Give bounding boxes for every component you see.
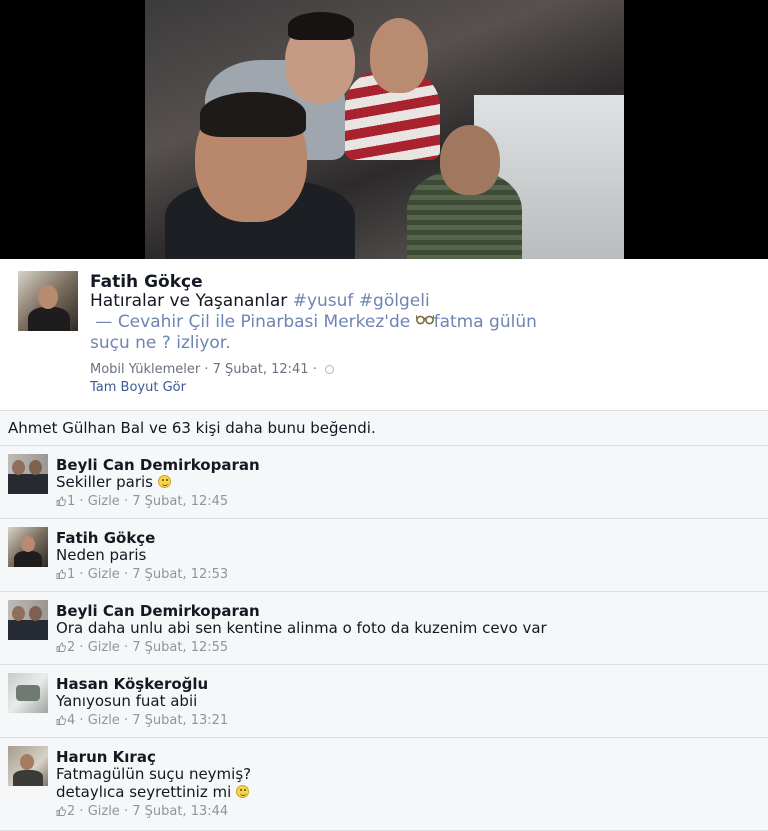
comment-time[interactable]: 7 Şubat, 12:53	[132, 567, 228, 582]
separator: ·	[200, 362, 213, 377]
comment-text: Ora daha unlu abi sen kentine alinma o f…	[56, 619, 547, 637]
comment-text: Fatmagülün suçu neymiş? detaylıca seyrett…	[56, 765, 251, 801]
post-photo[interactable]	[145, 0, 624, 259]
comment-time[interactable]: 7 Şubat, 13:21	[132, 713, 228, 728]
comment-meta: 2 · Gizle · 7 Şubat, 13:44	[56, 804, 228, 819]
comment-meta: 1 · Gizle · 7 Şubat, 12:53	[56, 567, 228, 582]
like-thumb-icon[interactable]	[56, 642, 66, 652]
album-link[interactable]: Mobil Yüklemeler	[90, 362, 200, 377]
likes-summary[interactable]: Ahmet Gülhan Bal ve 63 kişi daha bunu be…	[0, 410, 768, 446]
comment-body: Sekiller paris	[56, 473, 158, 491]
comment-time[interactable]: 7 Şubat, 12:45	[132, 494, 228, 509]
commenter-name[interactable]: Beyli Can Demirkoparan	[56, 602, 260, 620]
like-count: 4	[67, 713, 76, 728]
like-thumb-icon[interactable]	[56, 806, 66, 816]
public-globe-icon	[325, 365, 334, 374]
hide-link[interactable]: Gizle	[88, 713, 120, 728]
comment-meta: 4 · Gizle · 7 Şubat, 13:21	[56, 713, 228, 728]
commenter-avatar[interactable]	[8, 454, 48, 494]
post-meta: Mobil Yüklemeler · 7 Şubat, 12:41 ·	[90, 362, 334, 377]
post-timestamp[interactable]: 7 Şubat, 12:41	[213, 362, 309, 377]
tagged-person-link[interactable]: Cevahir Çil	[118, 312, 210, 332]
comment-item: Fatih Gökçe Neden paris 1 · Gizle · 7 Şu…	[0, 519, 768, 592]
comment-item: Beyli Can Demirkoparan Sekiller paris 1 …	[0, 446, 768, 519]
post-header: Fatih Gökçe Hatıralar ve Yaşananlar #yus…	[0, 259, 768, 410]
like-thumb-icon[interactable]	[56, 569, 66, 579]
author-avatar[interactable]	[18, 271, 78, 331]
comment-text: Yanıyosun fuat abii	[56, 692, 198, 710]
photo-person	[440, 125, 500, 195]
photo-band	[0, 0, 768, 259]
location-link[interactable]: Pinarbasi Merkez	[241, 312, 385, 332]
commenter-avatar[interactable]	[8, 746, 48, 786]
dash: —	[95, 312, 118, 332]
commenter-name[interactable]: Fatih Gökçe	[56, 529, 155, 547]
hashtag-link[interactable]: #gölgeli	[359, 291, 430, 311]
comment-meta: 1 · Gizle · 7 Şubat, 12:45	[56, 494, 228, 509]
separator: ·	[308, 362, 321, 377]
activity-verb: izliyor.	[170, 333, 231, 353]
with-word: ile	[209, 312, 241, 332]
commenter-avatar[interactable]	[8, 600, 48, 640]
comment-meta: 2 · Gizle · 7 Şubat, 12:55	[56, 640, 228, 655]
photo-person	[370, 18, 428, 93]
comment-time[interactable]: 7 Şubat, 12:55	[132, 640, 228, 655]
hide-link[interactable]: Gizle	[88, 494, 120, 509]
glasses-icon	[415, 314, 435, 325]
like-thumb-icon[interactable]	[56, 496, 66, 506]
caption-text: Hatıralar ve Yaşananlar	[90, 291, 293, 311]
like-thumb-icon[interactable]	[56, 715, 66, 725]
smiley-icon	[236, 785, 250, 798]
comment-text: Neden paris	[56, 546, 147, 564]
commenter-avatar[interactable]	[8, 527, 48, 567]
hashtag-link[interactable]: #yusuf	[293, 291, 354, 311]
comment-text: Sekiller paris	[56, 473, 171, 491]
comment-time[interactable]: 7 Şubat, 13:44	[132, 804, 228, 819]
comment-item: Harun Kıraç Fatmagülün suçu neymiş? detay…	[0, 738, 768, 831]
hide-link[interactable]: Gizle	[88, 804, 120, 819]
comment-item: Beyli Can Demirkoparan Ora daha unlu abi…	[0, 592, 768, 665]
like-count: 1	[67, 494, 76, 509]
full-size-link[interactable]: Tam Boyut Gör	[90, 380, 186, 395]
post-author-name[interactable]: Fatih Gökçe	[90, 272, 203, 292]
commenter-avatar[interactable]	[8, 673, 48, 713]
like-count: 1	[67, 567, 76, 582]
comment-item: Hasan Köşkeroğlu Yanıyosun fuat abii 4 ·…	[0, 665, 768, 738]
location-suffix: 'de	[384, 312, 416, 332]
like-count: 2	[67, 804, 76, 819]
commenter-name[interactable]: Harun Kıraç	[56, 748, 156, 766]
post-caption: Hatıralar ve Yaşananlar #yusuf #gölgeli …	[90, 291, 560, 354]
smiley-icon	[157, 475, 171, 488]
hide-link[interactable]: Gizle	[88, 567, 120, 582]
commenter-name[interactable]: Beyli Can Demirkoparan	[56, 456, 260, 474]
hide-link[interactable]: Gizle	[88, 640, 120, 655]
comment-line: Fatmagülün suçu neymiş?	[56, 765, 252, 783]
commenter-name[interactable]: Hasan Köşkeroğlu	[56, 675, 208, 693]
like-count: 2	[67, 640, 76, 655]
comment-line: detaylıca seyrettiniz mi	[56, 783, 237, 801]
